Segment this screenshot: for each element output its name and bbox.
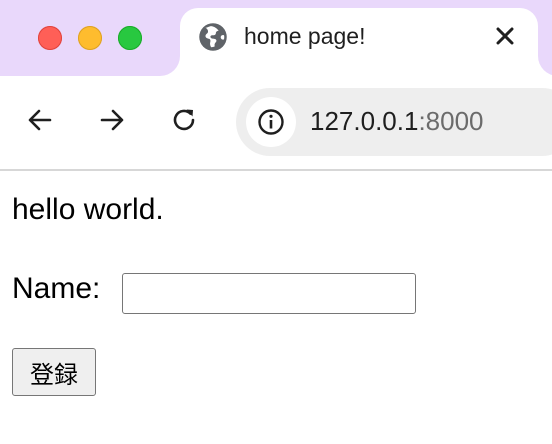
tab-strip: home page! — [0, 0, 552, 76]
maximize-window-button[interactable] — [118, 26, 142, 50]
tab-active[interactable]: home page! — [180, 8, 538, 76]
browser-toolbar: 127.0.0.1:8000 — [0, 76, 552, 171]
reload-icon[interactable] — [168, 104, 200, 136]
name-input[interactable] — [122, 273, 416, 314]
url-port: :8000 — [418, 106, 484, 136]
name-label: Name: — [12, 272, 101, 305]
tab-curve-left — [160, 56, 180, 76]
globe-icon — [198, 22, 228, 52]
tab-title: home page! — [244, 23, 366, 49]
url-text[interactable]: 127.0.0.1:8000 — [310, 106, 484, 137]
close-window-button[interactable] — [38, 26, 62, 50]
url-host: 127.0.0.1 — [310, 106, 419, 136]
page-content: hello world. Name: 登録 — [12, 171, 552, 444]
close-tab-icon[interactable] — [494, 25, 516, 47]
register-button[interactable]: 登録 — [12, 348, 96, 396]
back-arrow-icon[interactable] — [24, 104, 56, 136]
minimize-window-button[interactable] — [78, 26, 102, 50]
forward-arrow-icon[interactable] — [96, 104, 128, 136]
tab-curve-right — [538, 56, 552, 76]
address-bar[interactable]: 127.0.0.1:8000 — [236, 88, 552, 156]
info-icon[interactable] — [246, 97, 296, 147]
greeting-text: hello world. — [12, 193, 164, 226]
